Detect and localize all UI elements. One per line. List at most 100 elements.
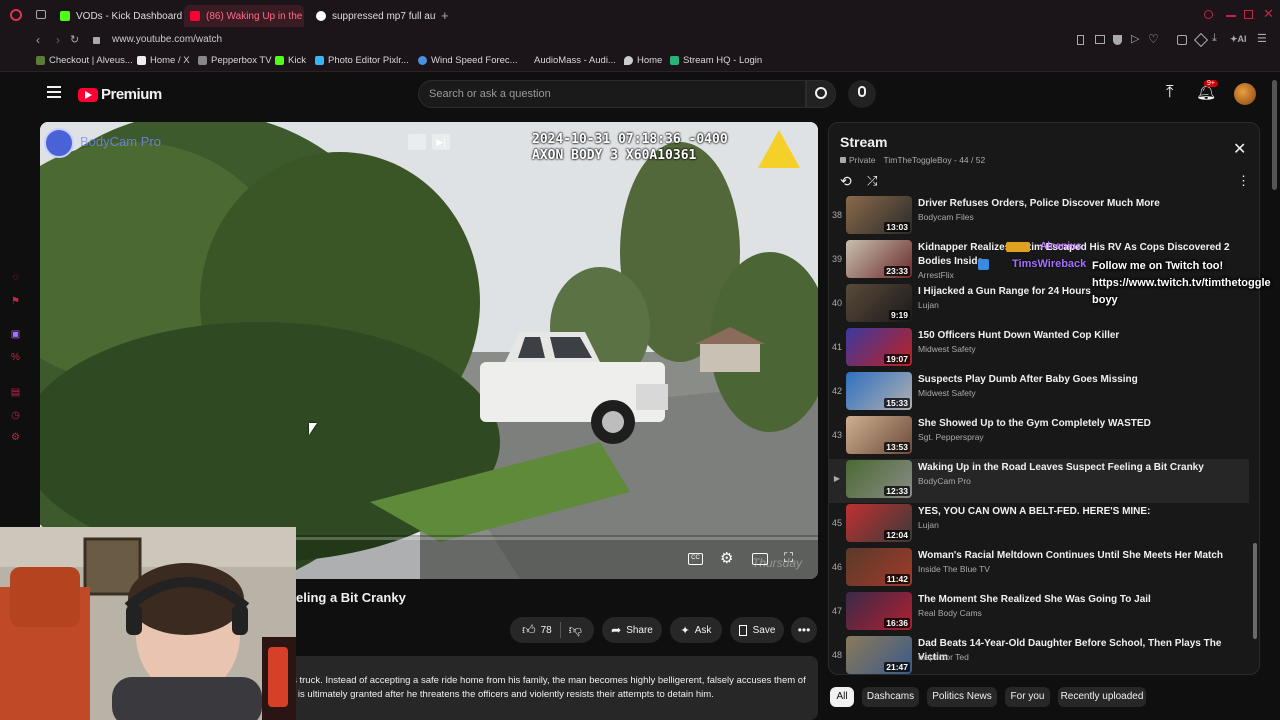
playlist-title[interactable]: Stream (840, 134, 887, 150)
tab-youtube-video[interactable]: (86) Waking Up in the (184, 5, 304, 27)
closed-captions-icon[interactable]: CC (688, 553, 703, 565)
bookmark-pixlr[interactable]: Photo Editor Pixlr... (315, 55, 409, 66)
item-title: She Showed Up to the Gym Completely WAST… (918, 418, 1151, 429)
item-channel: Inside The Blue TV (918, 564, 990, 574)
bookmark-x-home[interactable]: Home / X (137, 55, 190, 66)
save-button[interactable]: Save (730, 617, 784, 643)
chip-recently-uploaded[interactable]: Recently uploaded (1058, 687, 1146, 707)
play-icon[interactable]: ▷ (1131, 32, 1139, 45)
like-count: 78 (540, 624, 552, 636)
like-button[interactable]: 👍︎ 78 (522, 622, 552, 638)
bookmark-icon[interactable] (1077, 35, 1084, 45)
bookmark-alveus[interactable]: Checkout | Alveus... (36, 55, 133, 66)
alert-user: TimsWireback (1012, 258, 1087, 270)
more-actions-button[interactable]: ••• (791, 617, 817, 643)
snapshot-icon[interactable] (1095, 35, 1105, 44)
item-title: YES, YOU CAN OWN A BELT-FED. HERE'S MINE… (918, 506, 1151, 517)
search-input[interactable]: Search or ask a question (418, 80, 806, 108)
new-tab-plus-icon[interactable]: + (441, 8, 449, 23)
bookmark-kick[interactable]: Kick (275, 55, 306, 66)
thumbnail: 9:19 (846, 284, 912, 322)
channel-watermark-icon[interactable] (44, 128, 74, 158)
forward-icon[interactable]: › (56, 33, 60, 47)
twitch-icon[interactable]: ▣ (10, 329, 21, 340)
duration: 21:47 (884, 662, 910, 672)
overlay-channel-name[interactable]: BodyCam Pro (80, 134, 161, 149)
search-button[interactable] (806, 80, 836, 108)
thumbnail: 12:33 (846, 460, 912, 498)
playlist-item-current[interactable]: ▶ 12:33 Waking Up in the Road Leaves Sus… (829, 459, 1249, 503)
minimize-icon[interactable] (1226, 15, 1236, 17)
hamburger-menu-icon[interactable] (47, 86, 61, 98)
heart-icon[interactable]: ♡ (1148, 32, 1159, 46)
loop-icon[interactable]: ⟲ (840, 173, 852, 190)
notes-icon[interactable]: ▤ (10, 387, 21, 398)
maximize-icon[interactable] (1244, 10, 1253, 19)
share-button[interactable]: ➦ Share (602, 617, 662, 643)
page-scrollbar[interactable] (1272, 80, 1277, 190)
reload-icon[interactable]: ↻ (70, 33, 79, 46)
workspaces-icon[interactable] (36, 10, 46, 19)
playlist-item[interactable]: 42 15:33 Suspects Play Dumb After Baby G… (829, 371, 1249, 415)
playlist-item[interactable]: 43 13:53 She Showed Up to the Gym Comple… (829, 415, 1249, 459)
bookmark-pepperbox[interactable]: Pepperbox TV (198, 55, 272, 66)
microphone-icon[interactable] (848, 80, 876, 108)
more-vertical-icon[interactable]: ⋮ (1237, 173, 1250, 189)
search-tabs-icon[interactable] (1204, 10, 1213, 19)
miniplayer-icon[interactable] (408, 134, 426, 150)
playlist-owner-progress[interactable]: TimTheToggleBoy - 44 / 52 (883, 155, 985, 165)
bookmark-wind-speed[interactable]: Wind Speed Forec... (418, 55, 518, 66)
playlist-item[interactable]: 47 16:36 The Moment She Realized She Was… (829, 591, 1249, 635)
item-number: 46 (831, 562, 842, 572)
playlist-item[interactable]: 46 11:42 Woman's Racial Meltdown Continu… (829, 547, 1249, 591)
aria-icon[interactable]: ◌ (10, 272, 21, 283)
url-field[interactable]: www.youtube.com/watch (112, 34, 222, 45)
settings-gear-icon[interactable]: ⚙ (10, 432, 21, 443)
avatar[interactable] (1234, 83, 1256, 105)
playlist-item[interactable]: 45 12:04 YES, YOU CAN OWN A BELT-FED. HE… (829, 503, 1249, 547)
tab-search-result[interactable]: suppressed mp7 full auto (310, 5, 436, 27)
opera-menu-icon[interactable] (10, 9, 22, 21)
item-number: 43 (831, 430, 842, 440)
close-icon[interactable]: ✕ (1233, 139, 1246, 159)
bookmark-home[interactable]: Home (624, 55, 662, 66)
playlist-item[interactable]: 38 13:03 Driver Refuses Orders, Police D… (829, 195, 1249, 239)
dislike-button[interactable]: 👎︎ (569, 622, 582, 638)
skip-next-icon[interactable]: ▶| (432, 134, 450, 150)
item-number: 42 (831, 386, 842, 396)
playlist-item[interactable]: 41 19:07 150 Officers Hunt Down Wanted C… (829, 327, 1249, 371)
bookmark-audiomass[interactable]: AudioMass - Audi... (534, 55, 616, 66)
shield-icon[interactable] (1113, 35, 1122, 45)
tab-kick-dashboard[interactable]: VODs - Kick Dashboard (54, 5, 182, 27)
audio-playing-icon[interactable] (190, 11, 200, 21)
cube-icon[interactable] (1193, 32, 1209, 48)
download-icon[interactable]: ⤓ (1212, 32, 1217, 45)
shuffle-icon[interactable]: ⤮ (867, 173, 877, 189)
ask-button[interactable]: ✦ Ask (670, 617, 722, 643)
percent-icon[interactable]: % (10, 352, 21, 363)
upload-icon[interactable]: ⤒ (1166, 82, 1174, 102)
ai-icon[interactable]: ✦AI (1230, 34, 1247, 45)
share-label: Share (626, 624, 653, 636)
chip-all[interactable]: All (830, 687, 854, 707)
history-icon[interactable]: ◷ (10, 410, 21, 421)
chip-politics-news[interactable]: Politics News (927, 687, 997, 707)
settings-icon[interactable]: ⚙ (720, 549, 733, 567)
playlist-scrollbar[interactable] (1253, 543, 1257, 639)
item-title: Woman's Racial Meltdown Continues Until … (918, 550, 1224, 561)
extension-icon[interactable] (1177, 35, 1187, 45)
video-player[interactable]: BodyCam Pro ▶| 2024-10-31 07:18:36 -0400… (40, 122, 818, 579)
playlist-item[interactable]: 48 21:47 Dad Beats 14-Year-Old Daughter … (829, 635, 1249, 674)
youtube-logo[interactable]: Premium (78, 86, 162, 103)
easy-setup-icon[interactable]: ☰ (1257, 32, 1267, 45)
close-window-icon[interactable]: ✕ (1263, 6, 1274, 22)
chip-for-you[interactable]: For you (1005, 687, 1050, 707)
duration: 13:53 (884, 442, 910, 452)
thumbnail: 21:47 (846, 636, 912, 674)
bookmark-stream-hq[interactable]: Stream HQ - Login (670, 55, 762, 66)
thumbnail: 11:42 (846, 548, 912, 586)
back-icon[interactable]: ‹ (36, 33, 40, 47)
item-channel: Real Body Cams (918, 608, 982, 618)
workspace-icon[interactable]: ⚑ (10, 296, 21, 307)
chip-dashcams[interactable]: Dashcams (862, 687, 919, 707)
